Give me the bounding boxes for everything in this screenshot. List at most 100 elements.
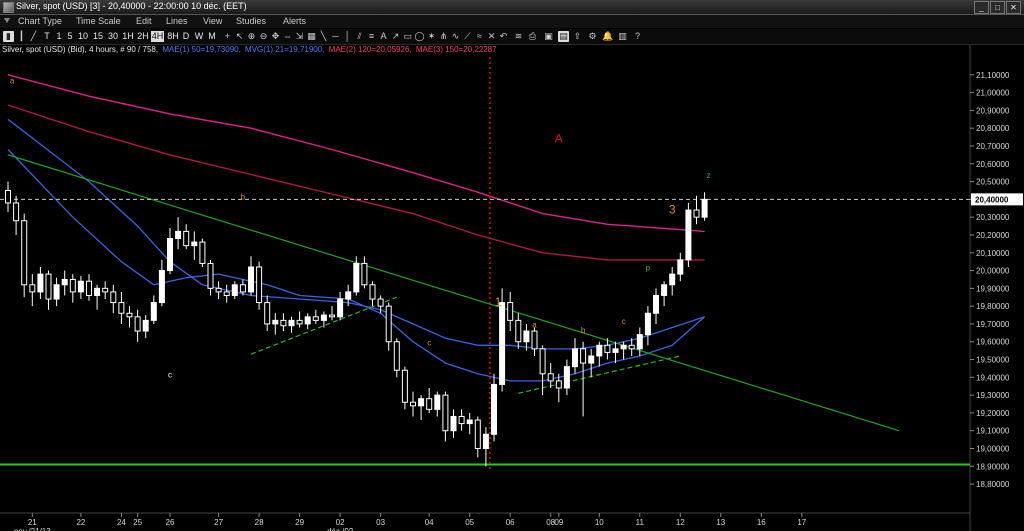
fit-icon[interactable]: ⇲ — [294, 31, 305, 42]
help-icon[interactable]: ? — [632, 31, 643, 42]
trendline-icon[interactable]: ╲ — [318, 31, 329, 42]
y-tick-label: 20,60000 — [976, 160, 1010, 169]
save-icon[interactable]: ▣ — [543, 31, 554, 42]
menu-studies[interactable]: Studies — [236, 16, 266, 26]
export-icon[interactable]: ⇪ — [572, 31, 583, 42]
timeframe-tick[interactable]: T — [43, 31, 51, 42]
arrow-tool-icon[interactable]: ↗ — [390, 31, 401, 42]
candle-body-down — [264, 302, 271, 325]
candle — [45, 270, 52, 310]
timeframe-30m[interactable]: 30 — [107, 31, 119, 42]
timeframe-day[interactable]: D — [182, 31, 190, 42]
hline-icon[interactable]: ─ — [330, 31, 341, 42]
timeframe-8h[interactable]: 8H — [167, 31, 179, 42]
x-tick-label: 29 — [295, 518, 304, 527]
vline-icon[interactable]: │ — [342, 31, 353, 42]
timeframe-2h[interactable]: 2H — [137, 31, 149, 42]
timeframe-month[interactable]: M — [207, 31, 217, 42]
menu-caret-icon[interactable] — [4, 18, 10, 23]
regression-icon[interactable]: ⟋ — [462, 31, 473, 42]
cursor-icon[interactable]: ↖ — [234, 31, 245, 42]
properties-icon[interactable]: ⚙ — [587, 31, 598, 42]
maximize-button[interactable]: □ — [990, 1, 1005, 14]
cycle-icon[interactable]: ∿ — [450, 31, 461, 42]
timeframe-5m[interactable]: 5 — [66, 31, 74, 42]
zoom-out-icon[interactable]: ⊖ — [258, 31, 269, 42]
wave-label: 1 — [495, 295, 502, 309]
timeframe-1m[interactable]: 1 — [55, 31, 63, 42]
timeframe-15m[interactable]: 15 — [92, 31, 104, 42]
menu-edit[interactable]: Edit — [136, 16, 152, 26]
x-tick-label: 04 — [425, 518, 434, 527]
x-tick-label: 13 — [716, 518, 725, 527]
crosshair-icon[interactable]: + — [222, 31, 233, 42]
candle-body-down — [29, 284, 36, 293]
price-chart[interactable]: 21,10000 21,00000 20,90000 20,80000 20,70000… — [0, 45, 1024, 531]
candle — [442, 391, 449, 442]
channel-icon[interactable]: ⫽ — [354, 31, 365, 42]
y-tick-label: 19,50000 — [976, 356, 1010, 365]
menu-view[interactable]: View — [203, 16, 222, 26]
x-tick-label: 02 — [336, 518, 345, 527]
undo-icon[interactable]: ↶ — [498, 31, 509, 42]
timeframe-week[interactable]: W — [194, 31, 204, 42]
candle-body-down — [531, 330, 538, 350]
x-tick-label: 11 — [636, 518, 645, 527]
candle-body-up — [482, 433, 489, 450]
delete-drawing-icon[interactable]: ✕ — [486, 31, 497, 42]
candle-body-down — [369, 284, 376, 300]
bar-chart-icon[interactable]: ┃ — [16, 31, 27, 42]
grid-icon[interactable]: ▦ — [306, 31, 317, 42]
candle — [596, 341, 603, 367]
y-tick-label: 20,00000 — [976, 267, 1010, 276]
news-icon[interactable]: ▥ — [617, 31, 628, 42]
menu-time-scale[interactable]: Time Scale — [76, 16, 121, 26]
scroll-icon[interactable]: ⇔ — [282, 31, 293, 42]
close-button[interactable]: ✕ — [1006, 1, 1021, 14]
candle — [507, 291, 514, 332]
candle — [304, 313, 311, 330]
menu-chart-type[interactable]: Chart Type — [18, 16, 62, 26]
gann-icon[interactable]: ✶ — [426, 31, 437, 42]
candle — [5, 181, 11, 212]
candle-body-down — [628, 344, 635, 350]
candle — [661, 281, 668, 307]
candle-body-up — [434, 394, 441, 410]
print-icon[interactable]: ⎙ — [527, 31, 538, 42]
candle — [693, 195, 700, 225]
candle-body-up — [499, 302, 506, 385]
candle-body-up — [37, 273, 44, 293]
candle — [653, 288, 659, 324]
toolbar: ▮ ┃ ╱ T 1 5 10 15 30 1H 2H 4H 8H D W M +… — [0, 29, 1024, 45]
pan-icon[interactable]: ✥ — [270, 31, 281, 42]
line-chart-icon[interactable]: ╱ — [28, 31, 39, 42]
alert-icon[interactable]: 🔔 — [602, 31, 613, 42]
template-icon[interactable]: ▤ — [558, 31, 569, 42]
candle — [191, 231, 198, 260]
pitchfork-icon[interactable]: ⋔ — [438, 31, 449, 42]
x-date-label: déc./02 — [327, 527, 354, 531]
candle — [474, 416, 481, 458]
wave-icon[interactable]: ≈ — [474, 31, 485, 42]
studies-icon[interactable]: ≋ — [513, 31, 524, 42]
y-tick-label: 19,10000 — [976, 427, 1010, 436]
timeframe-1h[interactable]: 1H — [122, 31, 134, 42]
candle — [434, 391, 441, 417]
ellipse-tool-icon[interactable]: ◯ — [414, 31, 425, 42]
timeframe-4h-active[interactable]: 4H — [151, 31, 164, 42]
timeframe-10m[interactable]: 10 — [77, 31, 89, 42]
rectangle-tool-icon[interactable]: ▭ — [402, 31, 413, 42]
menu-lines[interactable]: Lines — [166, 16, 188, 26]
fibonacci-icon[interactable]: ≡ — [366, 31, 377, 42]
candle — [466, 412, 473, 435]
candle — [61, 270, 68, 296]
menu-alerts[interactable]: Alerts — [283, 16, 306, 26]
candlestick-icon[interactable]: ▮ — [3, 31, 14, 42]
zoom-in-icon[interactable]: ⊕ — [246, 31, 257, 42]
candle — [418, 395, 425, 421]
candle-body-down — [547, 373, 554, 382]
minimize-button[interactable]: _ — [974, 1, 989, 14]
text-tool-icon[interactable]: A — [378, 31, 389, 42]
candle — [86, 274, 92, 301]
candle — [369, 281, 376, 307]
